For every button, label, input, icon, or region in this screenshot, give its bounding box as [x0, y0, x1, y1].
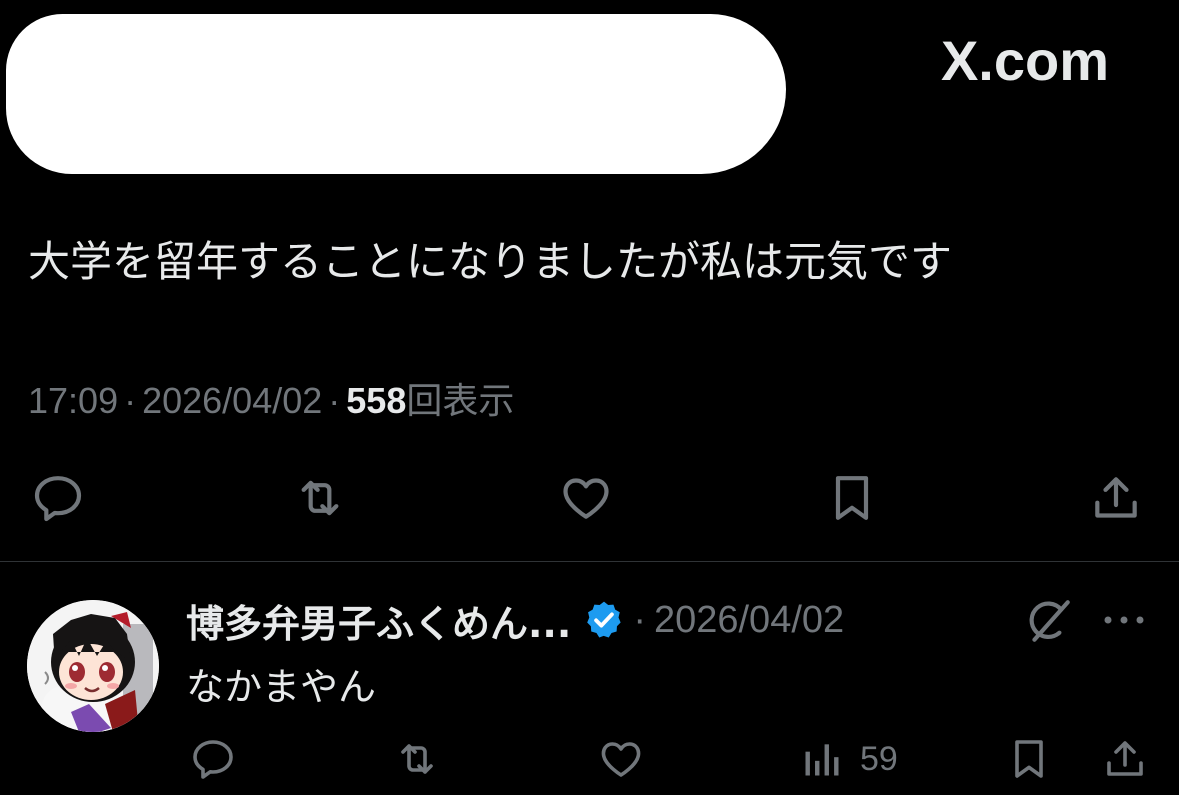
heart-icon — [563, 478, 609, 519]
post-views-label[interactable]: 回表示 — [406, 380, 514, 421]
post-text: 大学を留年することになりましたが私は元気です — [28, 237, 953, 286]
reply-button[interactable] — [28, 468, 88, 528]
repost-button[interactable] — [290, 468, 350, 528]
repost-icon — [401, 744, 433, 774]
post-views-count[interactable]: 558 — [346, 380, 406, 421]
meta-separator: · — [328, 380, 341, 421]
like-button[interactable] — [556, 468, 616, 528]
bookmark-icon — [1015, 740, 1043, 778]
reply-like-button[interactable] — [594, 732, 648, 786]
grok-icon[interactable] — [1024, 596, 1074, 646]
reply-header: 博多弁男子ふくめん... · 2026/04/02 — [186, 593, 845, 648]
post-meta: 17:09 · 2026/04/02 · 558回表示 — [28, 372, 514, 424]
reply-repost-button[interactable] — [390, 732, 444, 786]
reply-author-name[interactable]: 博多弁男子ふくめん... — [186, 593, 571, 648]
bookmark-button[interactable] — [822, 468, 882, 528]
reply-text: なかまやん — [186, 665, 377, 709]
bookmark-icon — [835, 476, 869, 520]
analytics-icon — [805, 744, 839, 776]
repost-icon — [301, 480, 339, 516]
reply-reply-button[interactable] — [186, 732, 240, 786]
heart-icon — [601, 742, 641, 777]
reply-action-bar: 59 — [0, 732, 1179, 786]
avatar[interactable] — [27, 600, 159, 732]
share-button[interactable] — [1086, 468, 1146, 528]
brand-watermark: X.com — [940, 29, 1109, 92]
share-icon — [1095, 477, 1137, 518]
post-action-bar — [0, 468, 1179, 528]
reply-icon — [34, 476, 82, 522]
reply-views-button[interactable]: 59 — [800, 732, 898, 786]
reply-share-button[interactable] — [1098, 732, 1152, 786]
reply-views-count: 59 — [860, 739, 898, 778]
avatar-illustration — [27, 600, 159, 732]
reply-date-separator: · — [633, 598, 646, 641]
reply-bookmark-button[interactable] — [1002, 732, 1056, 786]
redaction-mark — [6, 14, 786, 174]
more-options-icon[interactable] — [1100, 608, 1148, 632]
verified-badge-icon — [587, 601, 621, 638]
reply-icon — [193, 740, 233, 779]
share-icon — [1107, 741, 1143, 776]
reply-date: 2026/04/02 — [653, 598, 845, 641]
divider — [0, 561, 1179, 562]
post-date: 2026/04/02 — [142, 380, 323, 421]
post-time: 17:09 — [28, 380, 119, 421]
meta-separator: · — [124, 380, 137, 421]
